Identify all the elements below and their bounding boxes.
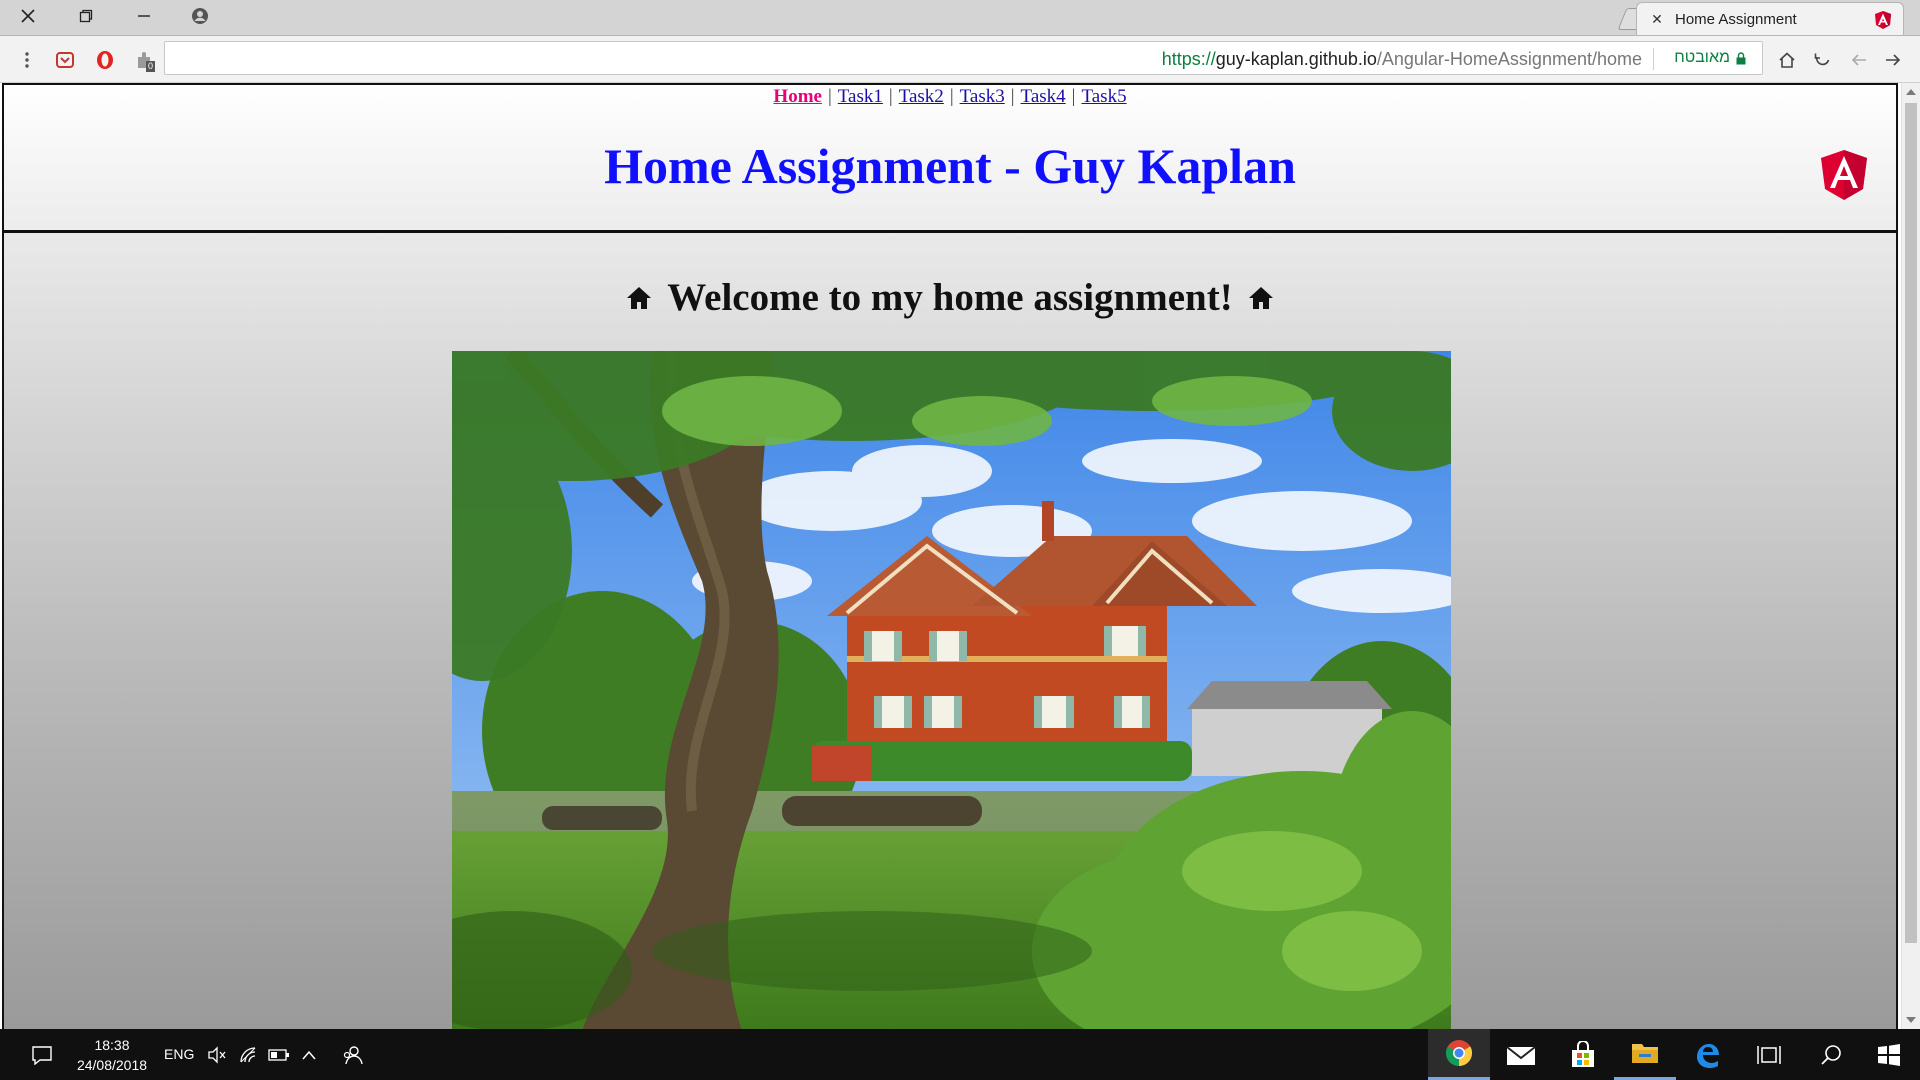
home-button[interactable] bbox=[1774, 47, 1800, 73]
extension-badge: 0 bbox=[146, 61, 156, 72]
battery-button[interactable] bbox=[266, 1029, 292, 1080]
account-button[interactable] bbox=[172, 0, 228, 32]
lock-icon bbox=[1736, 51, 1746, 64]
arrow-left-icon bbox=[1851, 54, 1866, 66]
site-nav: Home | Task1 | Task2 | Task3 | Task4 | Task5 bbox=[773, 86, 1127, 107]
restore-window-button[interactable] bbox=[58, 0, 114, 32]
extension-puzzle-button[interactable]: 0 bbox=[132, 47, 158, 73]
network-button[interactable] bbox=[236, 1029, 262, 1080]
restore-icon bbox=[79, 9, 93, 23]
volume-muted-icon bbox=[208, 1045, 226, 1064]
url-text[interactable]: https://guy-kaplan.github.io/Angular-Hom… bbox=[1162, 49, 1642, 70]
opera-icon bbox=[97, 51, 113, 69]
store-icon bbox=[1572, 1040, 1594, 1067]
action-center-icon bbox=[32, 1045, 52, 1065]
nav-link-task2[interactable]: Task2 bbox=[899, 86, 944, 107]
site-title: Home Assignment - Guy Kaplan bbox=[604, 138, 1296, 194]
show-hidden-icons-button[interactable] bbox=[296, 1029, 322, 1080]
page-container: Home | Task1 | Task2 | Task3 | Task4 | Task5 Home … bbox=[2, 83, 1898, 1029]
taskbar-task-view[interactable] bbox=[1738, 1029, 1800, 1080]
mail-icon bbox=[1506, 1045, 1536, 1065]
welcome-heading: Welcome to my home assignment! bbox=[4, 275, 1896, 320]
tab-close-icon[interactable]: ✕ bbox=[1649, 11, 1665, 27]
security-label: מאובטח bbox=[1674, 49, 1730, 66]
page-viewport: Home | Task1 | Task2 | Task3 | Task4 | Task5 Home … bbox=[0, 83, 1901, 1029]
wifi-icon bbox=[240, 1046, 256, 1062]
clock-time: 18:38 bbox=[94, 1037, 130, 1053]
home-icon bbox=[1779, 52, 1795, 68]
taskbar-clock[interactable]: 18:38 24/08/2018 bbox=[72, 1035, 152, 1075]
taskbar-app-store[interactable] bbox=[1552, 1029, 1614, 1080]
chevron-up-icon bbox=[302, 1050, 316, 1059]
welcome-text: Welcome to my home assignment! bbox=[667, 276, 1233, 319]
angular-logo-icon bbox=[1821, 150, 1867, 200]
tab-home-assignment[interactable]: ✕ Home Assignment bbox=[1636, 2, 1904, 35]
omnibox-divider bbox=[1653, 48, 1654, 70]
scroll-thumb[interactable] bbox=[1905, 103, 1917, 943]
taskbar-search[interactable] bbox=[1800, 1029, 1862, 1080]
nav-link-task4[interactable]: Task4 bbox=[1021, 86, 1066, 107]
language-indicator[interactable]: ENG bbox=[164, 1046, 194, 1062]
people-icon bbox=[343, 1045, 363, 1064]
volume-button[interactable] bbox=[204, 1029, 230, 1080]
address-bar[interactable]: https://guy-kaplan.github.io/Angular-Hom… bbox=[164, 41, 1763, 75]
start-button[interactable] bbox=[1858, 1029, 1920, 1080]
extension-pocket-button[interactable] bbox=[52, 47, 78, 73]
people-button[interactable] bbox=[338, 1029, 368, 1080]
minimize-window-button[interactable] bbox=[116, 0, 172, 32]
battery-icon bbox=[268, 1048, 289, 1061]
pocket-icon bbox=[56, 52, 74, 68]
reload-button[interactable] bbox=[1810, 47, 1836, 73]
taskbar-app-edge[interactable] bbox=[1676, 1029, 1738, 1080]
chrome-icon bbox=[1445, 1040, 1473, 1067]
tab-title: Home Assignment bbox=[1675, 11, 1797, 28]
account-icon bbox=[192, 8, 208, 24]
windows-taskbar: 18:38 24/08/2018 ENG bbox=[0, 1029, 1920, 1080]
tab-strip: ✕ Home Assignment bbox=[0, 0, 1920, 36]
arrow-right-icon bbox=[1886, 54, 1901, 66]
page-scrollbar[interactable] bbox=[1901, 83, 1920, 1029]
minimize-icon bbox=[138, 15, 150, 17]
windows-start-icon bbox=[1878, 1043, 1900, 1066]
taskbar-app-mail[interactable] bbox=[1490, 1029, 1552, 1080]
close-window-button[interactable] bbox=[0, 0, 56, 32]
menu-button[interactable] bbox=[14, 47, 40, 73]
site-header: Home | Task1 | Task2 | Task3 | Task4 | Task5 Home … bbox=[4, 85, 1896, 233]
clock-date: 24/08/2018 bbox=[76, 1057, 148, 1073]
nav-link-task5[interactable]: Task5 bbox=[1081, 86, 1126, 107]
edge-icon bbox=[1697, 1043, 1719, 1068]
forward-button[interactable] bbox=[1846, 47, 1872, 73]
browser-toolbar: 0 https://guy-kaplan.github.io/Angular-H… bbox=[0, 36, 1920, 83]
reload-icon bbox=[1814, 53, 1830, 66]
house-icon bbox=[1248, 286, 1273, 309]
extension-opera-button[interactable] bbox=[92, 47, 118, 73]
file-explorer-icon bbox=[1632, 1044, 1658, 1063]
taskbar-app-chrome[interactable] bbox=[1428, 1029, 1490, 1080]
security-indicator[interactable]: מאובטח bbox=[1674, 49, 1746, 67]
nav-link-home[interactable]: Home bbox=[773, 86, 822, 107]
search-icon bbox=[1821, 1044, 1841, 1065]
task-view-icon bbox=[1757, 1045, 1781, 1064]
nav-link-task3[interactable]: Task3 bbox=[960, 86, 1005, 107]
taskbar-app-file-explorer[interactable] bbox=[1614, 1029, 1676, 1080]
scroll-up-icon[interactable] bbox=[1906, 89, 1916, 95]
back-button[interactable] bbox=[1880, 47, 1906, 73]
angular-favicon-icon bbox=[1875, 11, 1891, 29]
close-icon bbox=[21, 9, 35, 23]
more-vertical-icon bbox=[25, 52, 29, 68]
nav-link-task1[interactable]: Task1 bbox=[838, 86, 883, 107]
house-icon bbox=[627, 286, 652, 309]
house-photo bbox=[452, 351, 1451, 1029]
scroll-down-icon[interactable] bbox=[1906, 1017, 1916, 1023]
action-center-button[interactable] bbox=[22, 1029, 62, 1080]
